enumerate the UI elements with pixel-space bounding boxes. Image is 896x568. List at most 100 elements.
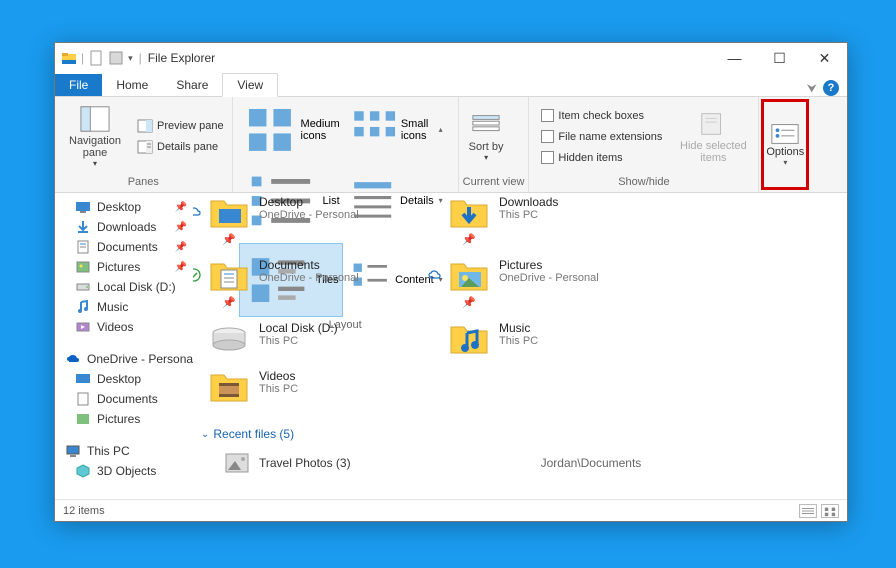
- tile-name: Videos: [259, 369, 298, 383]
- chevron-down-icon: ▾: [484, 153, 488, 162]
- tile-location: OneDrive - Personal: [259, 209, 359, 221]
- layout-small-icons[interactable]: Small icons: [345, 101, 437, 159]
- recent-file-location: Jordan\Documents: [541, 456, 642, 470]
- checkbox-icon: [541, 130, 554, 143]
- hide-selected-items-button[interactable]: Hide selected items: [672, 99, 754, 174]
- details-pane-icon: [137, 139, 153, 155]
- recent-file-name: Travel Photos (3): [259, 456, 351, 470]
- qat-dropdown-icon[interactable]: ▾: [128, 53, 133, 64]
- documents-icon: [75, 391, 91, 407]
- pin-icon: 📌: [222, 233, 236, 246]
- tile-location: This PC: [499, 209, 558, 221]
- sort-icon: [471, 111, 501, 139]
- navigation-pane[interactable]: Desktop📌 Downloads📌 Documents📌 Pictures📌…: [55, 193, 193, 499]
- file-explorer-window: | ▾ | File Explorer — ☐ ✕ File Home Shar…: [54, 42, 848, 522]
- file-name-extensions-toggle[interactable]: File name extensions: [537, 128, 666, 145]
- recent-file-item[interactable]: Travel Photos (3) Jordan\Documents: [201, 449, 839, 477]
- nav-onedrive-desktop[interactable]: Desktop: [55, 369, 193, 389]
- layout-scroll-up-icon[interactable]: ▴: [439, 125, 443, 134]
- image-file-icon: [225, 453, 249, 473]
- properties-qat-icon[interactable]: [108, 50, 124, 66]
- status-bar: 12 items: [55, 499, 847, 521]
- nav-downloads[interactable]: Downloads📌: [55, 217, 193, 237]
- recent-files-list: Travel Photos (3) Jordan\Documents: [201, 449, 839, 477]
- nav-this-pc[interactable]: This PC: [55, 441, 193, 461]
- ribbon-group-panes: Navigation pane ▾ Preview pane Details p…: [55, 97, 233, 192]
- folder-app-icon: [61, 50, 77, 66]
- tab-home[interactable]: Home: [102, 74, 162, 96]
- desktop-icon: [75, 199, 91, 215]
- details-view-button[interactable]: [799, 504, 817, 518]
- downloads-icon: [75, 219, 91, 235]
- tile-item[interactable]: VideosThis PC: [201, 367, 423, 407]
- navigation-pane-button[interactable]: Navigation pane ▾: [59, 99, 131, 174]
- tab-share[interactable]: Share: [162, 74, 222, 96]
- help-icon[interactable]: ?: [823, 80, 839, 96]
- chevron-down-icon: ▾: [93, 159, 97, 168]
- desktop-icon: [75, 371, 91, 387]
- folder-tiles: 📌DesktopOneDrive - Personal📌DownloadsThi…: [201, 193, 839, 415]
- layout-medium-icons[interactable]: Medium icons: [239, 101, 343, 159]
- pin-icon: 📌: [175, 242, 187, 253]
- tile-item[interactable]: 📌DownloadsThis PC: [441, 193, 663, 248]
- navigation-pane-icon: [80, 105, 110, 133]
- nav-desktop[interactable]: Desktop📌: [55, 197, 193, 217]
- tab-file[interactable]: File: [55, 74, 102, 96]
- ribbon-group-show-hide: Item check boxes File name extensions Hi…: [529, 97, 759, 192]
- onedrive-icon: [65, 351, 81, 367]
- nav-onedrive-pictures[interactable]: Pictures: [55, 409, 193, 429]
- pin-icon: 📌: [175, 222, 187, 233]
- tile-name: Music: [499, 321, 538, 335]
- this-pc-icon: [65, 443, 81, 459]
- tile-item[interactable]: 📌 PicturesOneDrive - Personal: [441, 256, 663, 311]
- nav-onedrive[interactable]: OneDrive - Personal: [55, 349, 193, 369]
- ribbon-group-layout: Medium icons Small icons ▴ List: [233, 97, 459, 192]
- preview-pane-icon: [137, 118, 153, 134]
- checkbox-icon: [541, 109, 554, 122]
- nav-pictures[interactable]: Pictures📌: [55, 257, 193, 277]
- titlebar[interactable]: | ▾ | File Explorer — ☐ ✕: [55, 43, 847, 73]
- tile-name: Local Disk (D:): [259, 321, 338, 335]
- recent-files-header[interactable]: ⌄ Recent files (5): [201, 427, 839, 441]
- details-pane-button[interactable]: Details pane: [133, 137, 228, 157]
- pictures-icon: [75, 411, 91, 427]
- tile-item[interactable]: 📌 DesktopOneDrive - Personal: [201, 193, 423, 248]
- quick-access-toolbar: | ▾: [61, 50, 133, 66]
- options-button[interactable]: Options ▾: [761, 99, 809, 190]
- nav-documents[interactable]: Documents📌: [55, 237, 193, 257]
- item-check-boxes-toggle[interactable]: Item check boxes: [537, 107, 666, 124]
- medium-icons-icon: [242, 102, 298, 158]
- preview-pane-button[interactable]: Preview pane: [133, 116, 228, 136]
- nav-3d-objects[interactable]: 3D Objects: [55, 461, 193, 481]
- hide-selected-icon: [698, 110, 728, 138]
- document-qat-icon[interactable]: [88, 50, 104, 66]
- videos-icon: [75, 319, 91, 335]
- chevron-down-icon: ▾: [783, 158, 787, 167]
- nav-local-disk[interactable]: Local Disk (D:): [55, 277, 193, 297]
- tab-view[interactable]: View: [222, 73, 278, 97]
- disk-icon: [75, 279, 91, 295]
- tile-location: OneDrive - Personal: [499, 272, 599, 284]
- content-area[interactable]: 📌DesktopOneDrive - Personal📌DownloadsThi…: [193, 193, 847, 499]
- tile-item[interactable]: MusicThis PC: [441, 319, 663, 359]
- nav-videos[interactable]: Videos: [55, 317, 193, 337]
- chevron-down-icon: ⌄: [201, 429, 209, 440]
- minimize-button[interactable]: —: [712, 43, 757, 73]
- close-button[interactable]: ✕: [802, 43, 847, 73]
- tile-name: Desktop: [259, 195, 359, 209]
- pin-icon: 📌: [462, 296, 476, 309]
- item-count: 12 items: [63, 505, 105, 517]
- large-icons-view-button[interactable]: [821, 504, 839, 518]
- tile-item[interactable]: Local Disk (D:)This PC: [201, 319, 423, 359]
- nav-music[interactable]: Music: [55, 297, 193, 317]
- tile-item[interactable]: 📌DocumentsOneDrive - Personal: [201, 256, 423, 311]
- sort-by-button[interactable]: Sort by ▾: [463, 99, 510, 174]
- tile-location: This PC: [259, 335, 338, 347]
- nav-onedrive-documents[interactable]: Documents: [55, 389, 193, 409]
- tile-name: Pictures: [499, 258, 599, 272]
- pictures-icon: [75, 259, 91, 275]
- collapse-ribbon-icon[interactable]: ⮟: [807, 81, 817, 96]
- maximize-button[interactable]: ☐: [757, 43, 802, 73]
- hidden-items-toggle[interactable]: Hidden items: [537, 149, 666, 166]
- options-icon: [770, 122, 800, 146]
